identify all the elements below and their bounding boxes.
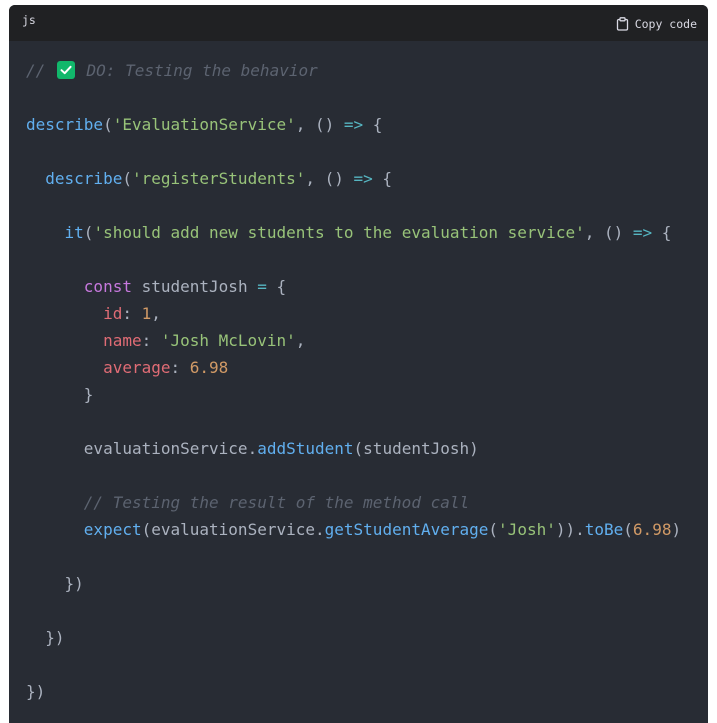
comment-prefix: // <box>26 61 55 80</box>
check-mark-icon <box>56 61 75 79</box>
add-student-method: addStudent <box>257 439 354 458</box>
code-line: id: 1, <box>103 304 161 323</box>
code-line: average: 6.98 <box>103 358 229 377</box>
code-block-header: js Copy code <box>9 5 708 41</box>
id-value: 1 <box>141 304 152 323</box>
code-line: // DO: Testing the behavior <box>26 57 708 84</box>
code-line: name: 'Josh McLovin', <box>103 331 306 350</box>
code-line: expect(evaluationService.getStudentAvera… <box>83 520 682 539</box>
code-line: it('should add new students to the evalu… <box>64 223 672 242</box>
describe-name: 'EvaluationService' <box>112 115 296 134</box>
average-key: average <box>103 358 171 377</box>
code-line: evaluationService.addStudent(studentJosh… <box>83 439 479 458</box>
copy-code-button[interactable]: Copy code <box>616 17 697 31</box>
service-object: evaluationService <box>151 520 315 539</box>
code-content: // DO: Testing the behavior describe('Eva… <box>9 41 708 705</box>
code-line: }) <box>26 628 65 647</box>
name-key: name <box>103 331 142 350</box>
get-average-method: getStudentAverage <box>324 520 489 539</box>
it-name: 'should add new students to the evaluati… <box>93 223 585 242</box>
name-value: 'Josh McLovin' <box>160 331 296 350</box>
code-line: describe('EvaluationService', () => { <box>26 115 383 134</box>
id-key: id <box>103 304 123 323</box>
service-object: evaluationService <box>83 439 248 458</box>
average-value: 6.98 <box>189 358 229 377</box>
language-label: js <box>22 13 36 27</box>
get-average-arg: 'Josh' <box>498 520 556 539</box>
inner-describe-fn: describe <box>45 169 123 188</box>
it-fn: it <box>64 223 84 242</box>
const-keyword: const <box>83 277 132 296</box>
code-line: }) <box>26 682 46 701</box>
code-line: } <box>26 385 94 404</box>
to-be-method: toBe <box>584 520 624 539</box>
argument: studentJosh <box>363 439 470 458</box>
variable-name: studentJosh <box>141 277 248 296</box>
expect-fn: expect <box>83 520 142 539</box>
code-block: js Copy code // DO: Testing the behavior… <box>9 5 708 723</box>
code-line: const studentJosh = { <box>83 277 287 296</box>
describe-fn: describe <box>26 115 104 134</box>
inner-describe-name: 'registerStudents' <box>131 169 306 188</box>
code-line: }) <box>26 574 84 593</box>
code-line: // Testing the result of the method call <box>26 489 708 516</box>
to-be-value: 6.98 <box>632 520 672 539</box>
copy-code-label: Copy code <box>634 17 697 31</box>
comment-line: // Testing the result of the method call <box>83 493 470 512</box>
code-line: describe('registerStudents', () => { <box>45 169 393 188</box>
comment-text: DO: Testing the behavior <box>76 61 318 80</box>
clipboard-icon <box>616 17 629 31</box>
